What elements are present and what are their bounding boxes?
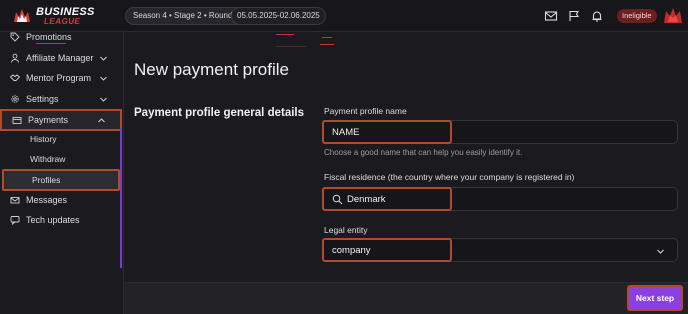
sidebar-sub-history[interactable]: History [30, 131, 56, 147]
profile-name-value: NAME [332, 127, 360, 138]
chevron-down-icon [656, 247, 665, 256]
fiscal-residence-value: Denmark [347, 194, 386, 205]
tag-icon [10, 32, 20, 42]
avatar[interactable] [661, 4, 685, 28]
sidebar-item-label: Settings [26, 94, 59, 104]
chevron-down-icon [99, 74, 108, 83]
decoration-line [276, 46, 306, 47]
footer-bar [124, 282, 688, 314]
status-badge: Ineligible [617, 9, 657, 23]
mail-icon[interactable] [544, 9, 558, 23]
profile-name-input[interactable]: NAME [322, 120, 678, 144]
sidebar-item-label: Tech updates [26, 215, 80, 225]
sidebar-sub-profiles: Profiles [32, 175, 61, 185]
sidebar-item-label: Affiliate Manager [26, 53, 94, 63]
sidebar: Promotions Affiliate Manager Mentor Prog… [0, 32, 124, 314]
legal-entity-value: company [332, 245, 371, 256]
search-icon [332, 194, 343, 205]
sidebar-item-promotions[interactable]: Promotions [0, 27, 122, 47]
season-pill: Season 4 • Stage 2 • Round 2 [125, 7, 248, 25]
profile-name-helper: Choose a good name that can help you eas… [324, 148, 523, 157]
sidebar-sub-profiles-active[interactable]: Profiles [2, 169, 120, 191]
scroll-indicator [120, 128, 122, 268]
logo[interactable]: BUSINESS LEAGUE [12, 5, 95, 27]
legal-entity-label: Legal entity [324, 225, 368, 235]
sidebar-item-affiliate-manager[interactable]: Affiliate Manager [0, 48, 122, 68]
decoration-line [322, 37, 332, 38]
sidebar-item-label: Promotions [26, 32, 72, 42]
decoration-line [320, 44, 334, 45]
sidebar-item-label: Messages [26, 195, 68, 205]
fiscal-residence-input[interactable]: Denmark [322, 187, 678, 211]
handshake-icon [10, 73, 20, 83]
next-step-button[interactable]: Next step [627, 285, 683, 311]
profile-name-label: Payment profile name [324, 106, 407, 116]
section-title: Payment profile general details [134, 107, 305, 119]
chat-icon [10, 215, 20, 225]
decoration-line [276, 34, 294, 35]
date-range-pill: 05.05.2025-02.06.2025 [231, 7, 326, 25]
sidebar-item-settings[interactable]: Settings [0, 89, 122, 109]
sidebar-item-tech-updates[interactable]: Tech updates [0, 210, 122, 230]
envelope-icon [10, 195, 20, 205]
logo-line2: LEAGUE [44, 16, 81, 26]
chevron-down-icon [99, 54, 108, 63]
crown-logo-icon [12, 6, 32, 26]
page-title: New payment profile [134, 60, 289, 79]
sidebar-sub-withdraw[interactable]: Withdraw [30, 151, 65, 167]
fiscal-residence-label: Fiscal residence (the country where your… [324, 172, 575, 182]
sidebar-item-mentor-program[interactable]: Mentor Program [0, 68, 122, 88]
legal-entity-select[interactable]: company [322, 238, 678, 262]
wallet-icon [12, 115, 22, 125]
logo-line1: BUSINESS [36, 5, 95, 18]
user-icon [10, 53, 20, 63]
sidebar-item-messages[interactable]: Messages [0, 190, 122, 210]
sidebar-item-label: Payments [28, 115, 69, 125]
flag-icon[interactable] [567, 9, 581, 23]
bell-icon[interactable] [590, 9, 604, 23]
chevron-up-icon [97, 116, 106, 125]
chevron-down-icon [99, 95, 108, 104]
sidebar-item-payments[interactable]: Payments [0, 109, 122, 131]
main-content: New payment profile Payment profile gene… [124, 32, 688, 282]
gear-icon [10, 94, 20, 104]
sidebar-item-label: Mentor Program [26, 73, 92, 83]
